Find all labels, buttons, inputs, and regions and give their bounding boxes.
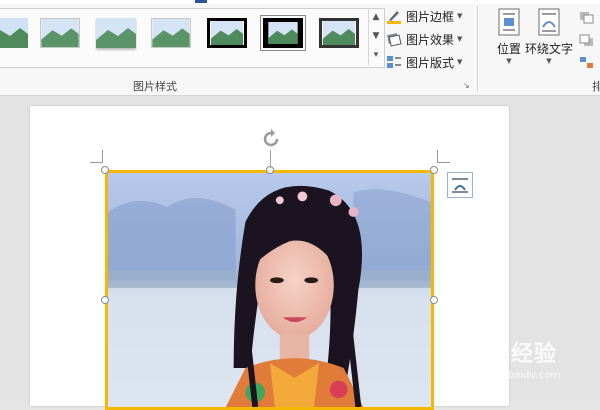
baidu-jingyan-watermark: Bai 经验 jingyan.baidu.com — [460, 336, 600, 396]
landscape-icon — [96, 18, 136, 48]
ribbon: ▲ ▼ ▾ 图片边框 ▼ 图片效果 ▼ 图片版式 ▼ 图片样式 ↘ 位置 ▼ 环… — [0, 0, 600, 96]
margin-corner-top-right — [437, 150, 450, 163]
selected-picture[interactable] — [105, 170, 434, 410]
style-thumbnail-thick-black-frame[interactable] — [260, 15, 306, 51]
position-icon — [496, 8, 522, 36]
style-thumbnail-reflected[interactable] — [96, 18, 136, 48]
ribbon-top-strip — [0, 0, 600, 4]
picture-styles-gallery — [0, 8, 385, 68]
style-thumbnail-soft-edge[interactable] — [40, 18, 80, 48]
arrange-group-label: 排 — [592, 80, 600, 93]
picture-effects-button[interactable]: 图片效果 ▼ — [386, 29, 474, 49]
gallery-scroll-controls: ▲ ▼ ▾ — [368, 8, 382, 66]
wrap-text-icon — [536, 8, 562, 36]
resize-handle-right[interactable] — [430, 296, 438, 304]
landscape-icon — [0, 18, 28, 48]
picture-border-button[interactable]: 图片边框 ▼ — [386, 6, 474, 26]
rotate-handle-stem — [270, 150, 271, 168]
resize-handle-left[interactable] — [101, 296, 109, 304]
rotate-handle-icon[interactable] — [260, 128, 282, 150]
picture-styles-group-label: 图片样式 — [133, 80, 177, 93]
resize-handle-top-right[interactable] — [430, 166, 438, 174]
gallery-more-button[interactable]: ▾ — [368, 46, 383, 65]
portrait-photo — [108, 173, 431, 407]
wrap-text-button[interactable]: 环绕文字 ▼ — [523, 8, 575, 74]
watermark-url: jingyan.baidu.com — [468, 370, 561, 381]
picture-effects-label: 图片效果 — [406, 32, 455, 47]
selection-pane-icon[interactable] — [579, 55, 595, 69]
group-separator — [477, 6, 478, 91]
send-backward-icon[interactable] — [579, 33, 595, 47]
landscape-icon — [41, 19, 79, 47]
style-thumbnail-black-frame[interactable] — [207, 18, 247, 48]
gallery-scroll-up-button[interactable]: ▲ — [368, 8, 383, 27]
dialog-launcher-icon[interactable]: ↘ — [463, 82, 471, 90]
landscape-icon — [211, 21, 243, 45]
landscape-icon — [152, 19, 190, 47]
chevron-down-icon: ▼ — [457, 58, 463, 66]
active-tab-indicator — [195, 0, 207, 3]
resize-handle-top-left[interactable] — [101, 166, 109, 174]
picture-layout-button[interactable]: 图片版式 ▼ — [386, 52, 474, 72]
gallery-scroll-down-button[interactable]: ▼ — [368, 27, 383, 46]
margin-corner-top-left — [90, 150, 103, 163]
chevron-down-icon: ▼ — [546, 57, 552, 65]
style-thumbnail-dark-frame[interactable] — [319, 18, 359, 48]
landscape-icon — [323, 21, 355, 45]
picture-effects-icon — [386, 31, 402, 47]
landscape-icon — [268, 22, 298, 44]
picture-border-icon — [386, 8, 402, 24]
chevron-down-icon: ▼ — [457, 35, 463, 43]
layout-options-button[interactable] — [447, 172, 473, 198]
picture-border-label: 图片边框 — [406, 9, 455, 24]
bring-forward-icon[interactable] — [579, 10, 595, 24]
wrap-text-label: 环绕文字 — [524, 42, 573, 56]
picture-layout-label: 图片版式 — [406, 55, 455, 70]
style-thumbnail-simple-frame[interactable] — [0, 18, 28, 48]
chevron-down-icon: ▼ — [457, 12, 463, 20]
style-thumbnail-shadow[interactable] — [151, 18, 191, 48]
picture-layout-icon — [386, 54, 402, 70]
watermark-logo-text: Bai 经验 — [460, 342, 557, 367]
layout-options-icon — [452, 178, 468, 193]
